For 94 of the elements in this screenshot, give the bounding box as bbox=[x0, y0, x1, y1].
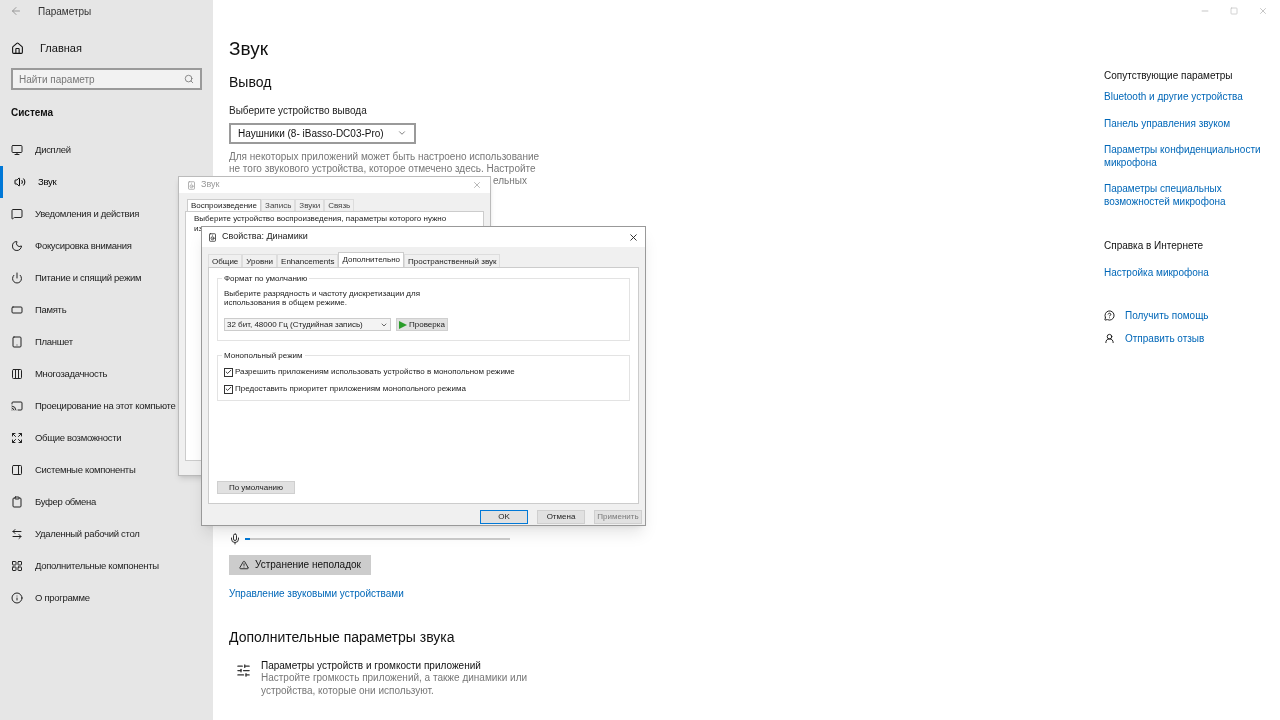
sidebar-item[interactable]: Удаленный рабочий стол bbox=[0, 518, 140, 550]
restore-default-button[interactable]: По умолчанию bbox=[217, 481, 295, 494]
chevron-down-icon bbox=[397, 128, 407, 138]
item-description: Настройте громкость приложений, а также динамики или устройства, которые они используют. bbox=[261, 672, 529, 697]
page-title: Звук bbox=[229, 37, 269, 61]
clipboard-icon bbox=[11, 496, 23, 508]
help-icon bbox=[1104, 310, 1115, 321]
field-label: Выберите устройство вывода bbox=[229, 103, 368, 118]
message-icon bbox=[11, 208, 23, 220]
dialog-tab[interactable]: Запись bbox=[261, 199, 296, 211]
home-item[interactable]: Главная bbox=[0, 38, 213, 58]
cast-icon bbox=[11, 400, 23, 412]
dialog-tab[interactable]: Дополнительно bbox=[338, 252, 405, 267]
close-icon[interactable] bbox=[628, 231, 639, 243]
note-text: Для некоторых приложений может быть настроено использование bbox=[229, 150, 541, 163]
checkbox-option[interactable]: Предоставить приоритет приложениям монопольного режима bbox=[224, 383, 623, 395]
dialog-tab[interactable]: Общие bbox=[208, 254, 243, 267]
sidebar-item[interactable]: Проецирование на этот компьюте bbox=[0, 390, 176, 422]
arrows-icon bbox=[11, 528, 23, 540]
action-link[interactable]: Отправить отзыв bbox=[1125, 331, 1205, 346]
sidebar-item[interactable]: Системные компоненты bbox=[0, 454, 136, 486]
sidebar-item[interactable]: Уведомления и действия bbox=[0, 198, 140, 230]
sidebar-item[interactable]: Фокусировка внимания bbox=[0, 230, 132, 262]
sidebar-item[interactable]: Дисплей bbox=[0, 134, 71, 166]
sidebar-item[interactable]: О программе bbox=[0, 582, 90, 614]
related-link[interactable]: Параметры специальных возможностей микрофона bbox=[1104, 183, 1272, 208]
maximize-icon[interactable] bbox=[1230, 7, 1238, 15]
warning-icon bbox=[239, 559, 249, 570]
item-title: Параметры устройств и громкости приложений bbox=[261, 659, 482, 672]
dialog-tab[interactable]: Enhancements bbox=[277, 254, 339, 267]
sidebar-item[interactable]: Питание и спящий режим bbox=[0, 262, 142, 294]
sidebar-item[interactable]: Многозадачность bbox=[0, 358, 108, 390]
help-heading: Справка в Интернете bbox=[1104, 239, 1205, 253]
monitor-icon bbox=[11, 144, 23, 156]
dialog-tab[interactable]: Воспроизведение bbox=[187, 199, 262, 211]
related-link[interactable]: Bluetooth и другие устройства bbox=[1104, 91, 1272, 104]
action-link[interactable]: Получить помощь bbox=[1125, 308, 1209, 323]
note-text: не того звукового устройства, которое отмечено здесь. Настройте bbox=[229, 162, 537, 175]
speaker-icon bbox=[187, 180, 196, 190]
back-icon[interactable] bbox=[10, 5, 22, 17]
speaker-icon bbox=[14, 176, 26, 188]
sidebar-item[interactable]: Дополнительные компоненты bbox=[0, 550, 159, 582]
section-heading: Дополнительные параметры звука bbox=[229, 627, 456, 647]
dialog-tab[interactable]: Связь bbox=[324, 199, 355, 211]
panel-icon bbox=[11, 464, 23, 476]
microphone-icon bbox=[229, 532, 241, 545]
power-icon bbox=[11, 272, 23, 284]
related-link[interactable]: Панель управления звуком bbox=[1104, 117, 1272, 130]
dialog-tab[interactable]: Звуки bbox=[295, 199, 325, 211]
group-heading: Формат по умолчанию bbox=[222, 273, 310, 285]
format-description: Выберите разрядность и частоту дискретизации для использования в общем режиме. bbox=[224, 289, 421, 307]
dialog-tab[interactable]: Пространственный звук bbox=[404, 254, 501, 267]
sliders-icon bbox=[236, 662, 251, 678]
format-select[interactable]: 32 бит, 48000 Гц (Студийная запись) bbox=[224, 318, 391, 331]
section-heading: Система bbox=[10, 106, 55, 120]
settings-item[interactable]: Параметры устройств и громкости приложений Настройте громкость приложений, а также динамики или устройства, которые они используют. bbox=[229, 659, 1104, 697]
related-heading: Сопутствующие параметры bbox=[1104, 69, 1234, 83]
window-title: Параметры bbox=[38, 4, 92, 19]
grid-icon bbox=[11, 560, 23, 572]
troubleshoot-button[interactable]: Устранение неполадок bbox=[229, 554, 371, 575]
search-icon[interactable] bbox=[184, 74, 194, 84]
speaker-icon bbox=[208, 232, 217, 242]
play-icon bbox=[399, 320, 407, 329]
dialog-button[interactable]: Отмена bbox=[537, 510, 585, 524]
dialog-button[interactable]: OK bbox=[480, 510, 528, 524]
person-icon bbox=[1104, 333, 1115, 344]
checkbox[interactable] bbox=[224, 367, 233, 377]
dialog-tab[interactable]: Уровни bbox=[242, 254, 278, 267]
storage-icon bbox=[11, 304, 23, 316]
sidebar-item[interactable]: Планшет bbox=[0, 326, 73, 358]
related-link[interactable]: Параметры конфиденциальности микрофона bbox=[1104, 144, 1272, 169]
arrows-icon bbox=[11, 432, 23, 444]
checkbox-option[interactable]: Разрешить приложениям использовать устройство в монопольном режиме bbox=[224, 366, 623, 378]
search-field[interactable]: Найти параметр bbox=[11, 68, 202, 90]
section-heading: Вывод bbox=[229, 72, 273, 92]
sidebar-item[interactable]: Память bbox=[0, 294, 67, 326]
sidebar-item[interactable]: Общие возможности bbox=[0, 422, 122, 454]
sidebar-item[interactable]: Звук bbox=[0, 166, 57, 198]
help-link[interactable]: Настройка микрофона bbox=[1104, 265, 1272, 280]
home-icon bbox=[11, 41, 24, 55]
checkbox[interactable] bbox=[224, 384, 233, 394]
test-button[interactable]: Проверка bbox=[396, 318, 448, 331]
device-select[interactable]: Наушники (8- iBasso-DC03-Pro) bbox=[229, 122, 416, 144]
dialog-title: Звук bbox=[201, 178, 220, 192]
instruction-text: Выберите устройство воспроизведения, параметры которого нужно bbox=[194, 214, 447, 224]
tablet-icon bbox=[11, 336, 23, 348]
info-icon bbox=[11, 592, 23, 604]
moon-icon bbox=[11, 240, 23, 252]
columns-icon bbox=[11, 368, 23, 380]
manage-devices-link[interactable]: Управление звуковыми устройствами bbox=[229, 585, 404, 601]
note-text: ельных bbox=[493, 174, 528, 187]
sidebar-item[interactable]: Буфер обмена bbox=[0, 486, 96, 518]
dialog-title: Свойства: Динамики bbox=[222, 230, 308, 244]
group-heading: Монопольный режим bbox=[222, 350, 305, 362]
